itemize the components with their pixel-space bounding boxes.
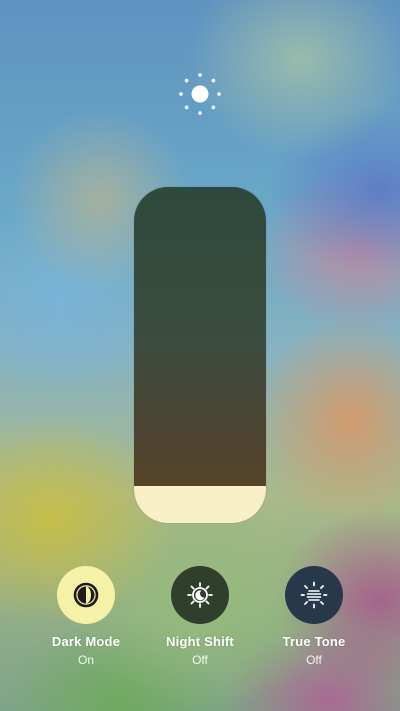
dark-mode-toggle[interactable]: Dark Mode On bbox=[31, 566, 141, 667]
true-tone-icon bbox=[300, 581, 328, 609]
true-tone-label: True Tone bbox=[282, 634, 346, 649]
brightness-slider[interactable] bbox=[134, 187, 266, 523]
dark-mode-icon bbox=[73, 582, 99, 608]
night-shift-toggle[interactable]: Night Shift Off bbox=[145, 566, 255, 667]
dark-mode-state: On bbox=[77, 653, 94, 667]
dark-mode-label: Dark Mode bbox=[51, 634, 121, 649]
dark-mode-button[interactable] bbox=[57, 566, 115, 624]
true-tone-state: Off bbox=[306, 653, 322, 667]
night-shift-label: Night Shift bbox=[166, 634, 234, 649]
true-tone-button[interactable] bbox=[285, 566, 343, 624]
night-shift-icon bbox=[187, 582, 213, 608]
brightness-slider-fill bbox=[134, 486, 266, 523]
sun-brightness-icon bbox=[179, 73, 221, 115]
true-tone-toggle[interactable]: True Tone Off bbox=[259, 566, 369, 667]
night-shift-button[interactable] bbox=[171, 566, 229, 624]
night-shift-state: Off bbox=[192, 653, 208, 667]
